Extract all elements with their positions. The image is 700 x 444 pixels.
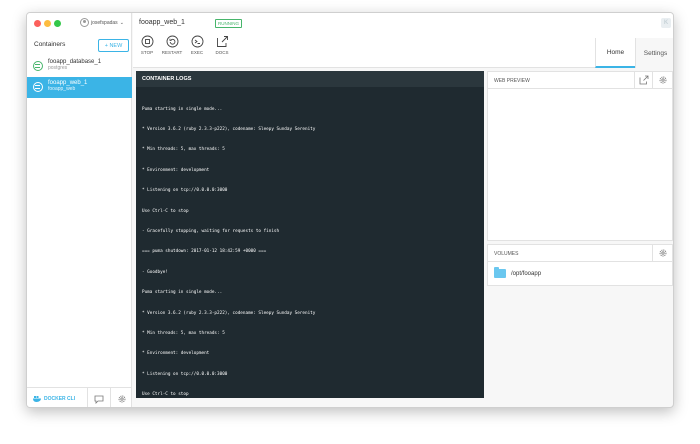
tab-home[interactable]: Home [595, 38, 635, 68]
volumes-header: VOLUMES [488, 245, 672, 262]
minimize-window-button[interactable] [44, 20, 51, 27]
restart-button[interactable]: RESTART [161, 35, 183, 55]
log-line: * Environment: development [142, 351, 210, 357]
log-line: * Listening on tcp://0.0.0.0:3000 [142, 371, 228, 377]
exec-button[interactable]: EXEC [186, 35, 208, 55]
container-item-database[interactable]: fooapp_database_1 postgres [27, 56, 132, 77]
exec-label: EXEC [190, 50, 204, 55]
gear-icon [659, 249, 666, 257]
open-in-browser-button[interactable] [634, 72, 652, 88]
log-line: Use Ctrl-C to stop [142, 392, 189, 398]
stop-button[interactable]: STOP [136, 35, 158, 55]
log-line: * Environment: development [142, 167, 210, 173]
log-line: * Version 3.6.2 (ruby 2.3.3-p222), coden… [142, 126, 316, 132]
container-status-icon [33, 82, 43, 92]
user-avatar-icon [80, 18, 89, 27]
container-image: fooapp_web [48, 86, 76, 92]
container-name: fooapp_database_1 [48, 59, 102, 65]
titlebar: josefspadas ⌄ [27, 13, 131, 35]
container-logs-title: CONTAINER LOGS [136, 71, 484, 87]
volumes-title: VOLUMES [494, 251, 519, 257]
log-line: Puma starting in single mode... [142, 106, 223, 112]
app-window: josefspadas ⌄ Containers + NEW fooapp_da… [26, 12, 674, 408]
container-list: fooapp_database_1 postgres fooapp_web_1 … [27, 56, 132, 98]
sidebar-footer: DOCKER CLI [27, 387, 132, 407]
tab-settings[interactable]: Settings [635, 38, 673, 68]
external-link-icon [639, 75, 648, 85]
volumes-settings-button[interactable] [652, 245, 672, 261]
close-window-button[interactable] [34, 20, 41, 27]
stop-icon [141, 35, 153, 48]
container-logs-panel[interactable]: CONTAINER LOGS Puma starting in single m… [136, 71, 484, 398]
web-preview-header: WEB PREVIEW [488, 72, 672, 89]
new-container-button[interactable]: + NEW [98, 39, 129, 52]
chevron-down-icon: ⌄ [119, 19, 124, 26]
gear-icon [118, 395, 125, 403]
log-line: * Listening on tcp://0.0.0.0:3000 [142, 188, 228, 194]
container-image: postgres [48, 65, 68, 71]
feedback-button[interactable] [87, 388, 109, 407]
container-status-icon [33, 61, 43, 71]
container-name: fooapp_web_1 [48, 80, 88, 86]
log-line: Use Ctrl-C to stop [142, 208, 189, 214]
docker-whale-icon [33, 396, 41, 402]
user-name: josefspadas [91, 19, 118, 26]
restart-label: RESTART [161, 50, 183, 55]
app-settings-button[interactable] [110, 388, 132, 407]
folder-icon [494, 267, 506, 278]
docker-cli-label: DOCKER CLI [44, 395, 76, 402]
docs-label: DOCS [215, 50, 229, 55]
kitematic-logo: K [661, 18, 671, 28]
log-line: - Goodbye! [142, 269, 168, 275]
web-preview-settings-button[interactable] [652, 72, 672, 88]
log-output[interactable]: Puma starting in single mode... * Versio… [136, 87, 484, 407]
main-area: fooapp_web_1 RUNNING K STOP RESTART EXEC [133, 13, 673, 407]
web-preview-panel: WEB PREVIEW [487, 71, 673, 241]
web-preview-title: WEB PREVIEW [494, 78, 530, 84]
container-header: fooapp_web_1 RUNNING K STOP RESTART EXEC [133, 13, 673, 68]
container-title: fooapp_web_1 [139, 19, 185, 26]
chat-bubble-icon [94, 395, 103, 404]
log-line: - Gracefully stopping, waiting for reque… [142, 228, 280, 234]
container-item-web[interactable]: fooapp_web_1 fooapp_web [27, 77, 132, 98]
view-tabs: Home Settings [595, 38, 673, 68]
log-line: === puma shutdown: 2017-01-12 18:42:59 +… [142, 249, 267, 255]
zoom-window-button[interactable] [54, 20, 61, 27]
user-menu[interactable]: josefspadas ⌄ [80, 18, 124, 27]
volume-item[interactable]: /opt/fooapp [494, 267, 542, 278]
containers-header: Containers + NEW [27, 39, 132, 53]
docker-cli-button[interactable]: DOCKER CLI [33, 395, 75, 402]
status-badge: RUNNING [215, 19, 242, 28]
sidebar: josefspadas ⌄ Containers + NEW fooapp_da… [27, 13, 132, 407]
log-line: * Version 3.6.2 (ruby 2.3.3-p222), coden… [142, 310, 316, 316]
toolbar: STOP RESTART EXEC DOCS [136, 35, 233, 55]
gear-icon [659, 76, 666, 84]
log-line: * Min threads: 5, max threads: 5 [142, 330, 225, 336]
log-line: * Min threads: 5, max threads: 5 [142, 147, 225, 153]
containers-label: Containers [34, 41, 66, 48]
volume-path: /opt/fooapp [511, 270, 542, 277]
volumes-panel: VOLUMES /opt/fooapp [487, 244, 673, 286]
external-link-icon [216, 36, 228, 47]
restart-icon [166, 35, 178, 48]
terminal-icon [191, 35, 203, 48]
log-line: Puma starting in single mode... [142, 290, 223, 296]
docs-button[interactable]: DOCS [211, 35, 233, 55]
stop-label: STOP [140, 50, 154, 55]
